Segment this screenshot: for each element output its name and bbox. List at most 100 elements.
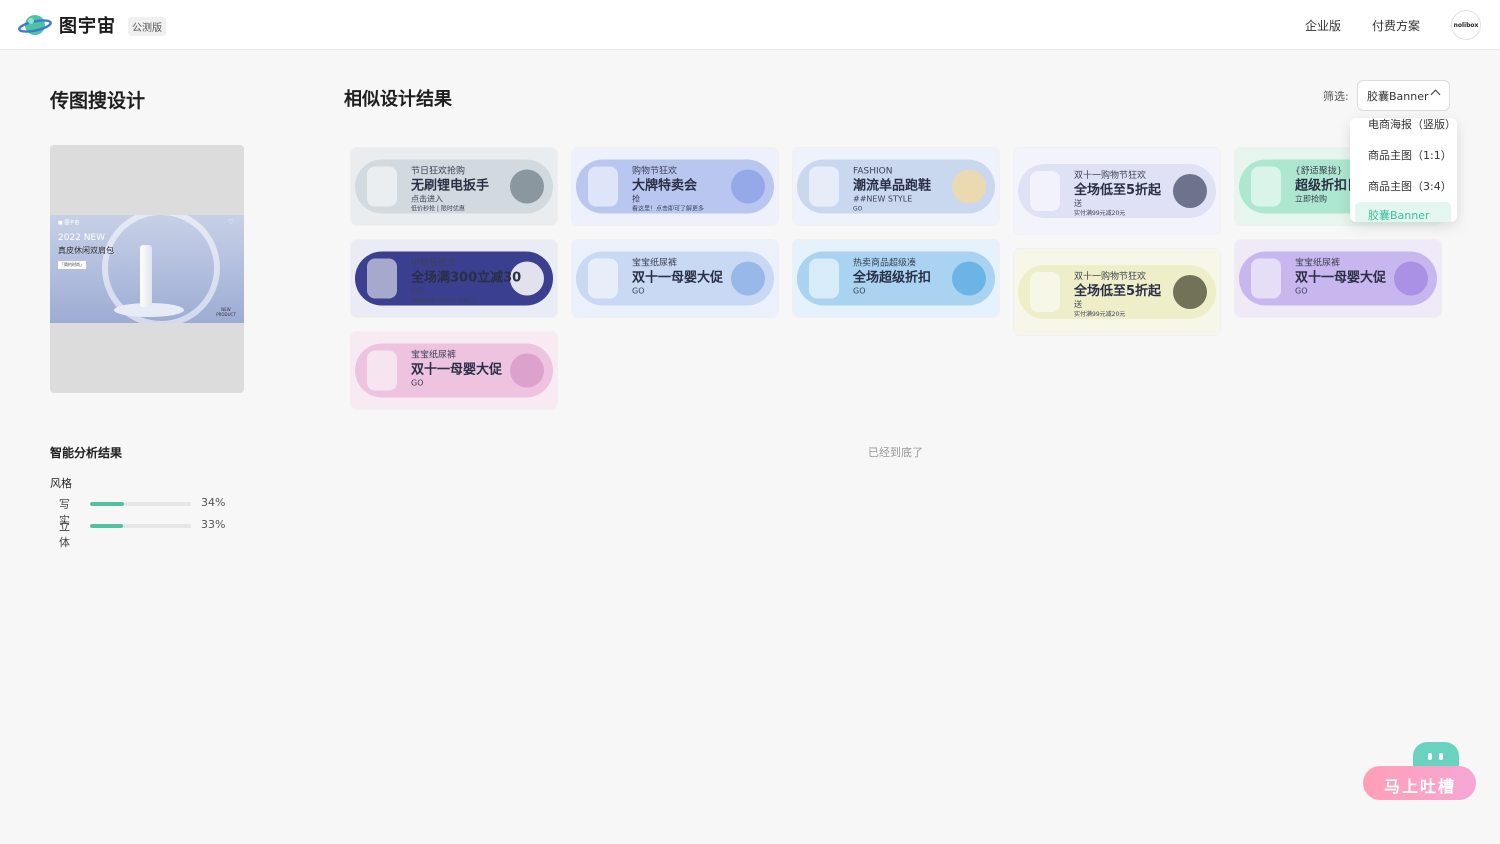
dropdown-option-ecommerce-poster[interactable]: 电商海报（竖版） [1350, 118, 1457, 135]
style-label: 风格 [50, 477, 72, 490]
result-card[interactable]: 节日狂欢抢购 无刷锂电扳手 点击进入 低价秒抢 | 限时优惠 [351, 148, 557, 225]
metric-percent: 34% [201, 496, 226, 509]
result-card[interactable]: 中秋狂欢节 全场满300立减30 GO 活动时间: 09/15-09/17 [351, 240, 557, 317]
metric-bar-fill [90, 524, 124, 528]
nav-pricing-link[interactable]: 付费方案 [1372, 17, 1420, 34]
dropdown-option-capsule-banner[interactable]: 胶囊Banner [1355, 202, 1451, 222]
banner-text: FASHION [853, 167, 892, 177]
banner-product-image [809, 258, 839, 299]
beta-badge: 公测版 [128, 17, 166, 36]
image-subtitle: 真皮休闲双肩包 [58, 246, 114, 255]
banner-text: 送 [1074, 198, 1082, 208]
nav-enterprise-link[interactable]: 企业版 [1305, 17, 1341, 34]
dropdown-option-main-image-1-1[interactable]: 商品主图（1:1） [1350, 142, 1457, 166]
banner-text: 全场低至5折起 [1073, 182, 1162, 198]
banner-product-image [1251, 258, 1281, 299]
banner-thumbnail: 热卖商品超级凑全场超级折扣GO [793, 240, 999, 317]
banner-product-image [588, 258, 618, 299]
banner-text: GO [411, 287, 424, 296]
banner-badge [952, 261, 986, 296]
uploaded-image-preview[interactable]: ■ 图宇宙 ♡ 2022 NEW 真皮休闲双肩包 「简约时尚」 NEW PROD… [50, 145, 244, 393]
image-brand-tag: ■ 图宇宙 [58, 220, 80, 226]
banner-text: 双十一购物节狂欢 [1074, 169, 1146, 181]
banner-text: GO [1295, 287, 1308, 296]
filter-selected-value: 胶囊Banner [1367, 90, 1429, 103]
banner-product-image [1030, 171, 1060, 211]
banner-badge [731, 169, 765, 204]
result-card[interactable]: 双十一购物节狂欢 全场低至5折起送实付满99元减20元 [1014, 249, 1220, 335]
banner-text: 全场低至5折起 [1073, 283, 1162, 299]
metric-percent: 33% [201, 518, 226, 531]
banner-text: 双十一母婴大促 [411, 362, 503, 378]
banner-badge [1173, 275, 1207, 309]
result-card[interactable]: FASHION 潮流单品跑鞋 ##NEW STYLE GO [793, 148, 999, 225]
analysis-title: 智能分析结果 [50, 446, 123, 460]
end-of-results-text: 已经到底了 [868, 446, 923, 459]
banner-text: 实付满99元减20元 [1074, 209, 1125, 217]
result-card[interactable]: 双十一购物节狂欢 全场低至5折起送实付满99元减20元 [1014, 148, 1220, 234]
filter-dropdown-menu: 电商海报（竖版） 商品主图（1:1） 商品主图（3:4） 胶囊Banner [1350, 118, 1457, 222]
banner-text: 全场超级折扣 [852, 270, 931, 286]
banner-thumbnail: 双十一购物节狂欢全场低至5折起送实付满99元减20元 [1014, 148, 1220, 234]
result-card[interactable]: 宝宝纸尿裤 双十一母婴大促 GO [1235, 240, 1441, 317]
banner-text: GO [411, 379, 424, 388]
feedback-button[interactable]: 马上吐槽 [1363, 766, 1476, 800]
banner-thumbnail: FASHION潮流单品跑鞋##NEW STYLE GO [793, 148, 999, 225]
banner-text: 全场满300立减30 [410, 270, 521, 286]
banner-text: GO [853, 287, 866, 296]
heart-icon: ♡ [228, 218, 235, 226]
banner-text: 双十一母婴大促 [1295, 270, 1387, 286]
banner-badge [952, 169, 986, 204]
banner-product-image [1251, 166, 1281, 207]
results-title: 相似设计结果 [344, 89, 452, 110]
banner-product-image [809, 166, 839, 207]
banner-thumbnail: 双十一购物节狂欢全场低至5折起送实付满99元减20元 [1014, 249, 1220, 335]
dropdown-option-main-image-3-4[interactable]: 商品主图（3:4） [1350, 173, 1457, 197]
banner-product-image [1030, 272, 1060, 312]
banner-product-image [367, 350, 397, 391]
banner-badge [731, 261, 765, 296]
banner-thumbnail: 中秋狂欢节全场满300立减30GO活动时间: 09/15-09/17 [351, 240, 557, 317]
top-header: 图宇宙 公测版 企业版 付费方案 nolibox [0, 0, 1500, 50]
banner-thumbnail: 宝宝纸尿裤双十一母婴大促GO [351, 332, 557, 409]
result-card[interactable]: 热卖商品超级凑 全场超级折扣 GO [793, 240, 999, 317]
banner-badge [510, 353, 544, 388]
banner-text: 购物节狂欢 [632, 165, 677, 177]
feedback-widget[interactable]: 马上吐槽 [1362, 740, 1476, 802]
banner-thumbnail: 宝宝纸尿裤双十一母婴大促GO [572, 240, 778, 317]
banner-text: GO [632, 287, 645, 296]
banner-thumbnail: 节日狂欢抢购无刷锂电扳手点击进入低价秒抢 | 限时优惠 [351, 148, 557, 225]
banner-text: 低价秒抢 | 限时优惠 [411, 205, 465, 213]
banner-thumbnail: 购物节狂欢大牌特卖会抢看这里！点击即可了解更多 [572, 148, 778, 225]
brand-name[interactable]: 图宇宙 [59, 12, 116, 38]
banner-text: {舒适聚拢} [1295, 165, 1342, 177]
metric-name: 立体 [59, 520, 70, 549]
planet-logo-icon[interactable] [18, 12, 52, 38]
banner-thumbnail: 宝宝纸尿裤双十一母婴大促GO [1235, 240, 1441, 317]
banner-text: GO [853, 206, 863, 213]
filter-label: 筛选: [1323, 90, 1349, 103]
image-corner-text: NEW PRODUCT [216, 307, 236, 317]
result-card[interactable]: 购物节狂欢 大牌特卖会抢看这里！点击即可了解更多 [572, 148, 778, 225]
banner-product-image [367, 166, 397, 207]
user-avatar[interactable]: nolibox [1451, 10, 1481, 40]
banner-text: 抢 [632, 194, 640, 204]
result-card[interactable]: 宝宝纸尿裤 双十一母婴大促 GO [572, 240, 778, 317]
banner-text: 宝宝纸尿裤 [411, 349, 456, 361]
banner-text: 实付满99元减20元 [1074, 310, 1125, 318]
metric-bar [90, 502, 191, 506]
banner-badge [1394, 261, 1428, 296]
upload-search-title: 传图搜设计 [50, 90, 146, 112]
metric-bar-fill [90, 502, 125, 506]
banner-product-image [367, 258, 397, 299]
banner-product-image [588, 166, 618, 207]
banner-text: 立即抢购 [1295, 194, 1327, 204]
image-headline: 2022 NEW [58, 233, 106, 243]
banner-badge [510, 169, 544, 204]
banner-text: 双十一母婴大促 [632, 270, 724, 286]
filter-select[interactable]: 胶囊Banner [1357, 80, 1450, 111]
banner-text: ##NEW STYLE [853, 195, 912, 204]
banner-text: 看这里！点击即可了解更多 [632, 205, 704, 213]
metric-bar [90, 524, 191, 528]
result-card[interactable]: 宝宝纸尿裤 双十一母婴大促 GO [351, 332, 557, 409]
